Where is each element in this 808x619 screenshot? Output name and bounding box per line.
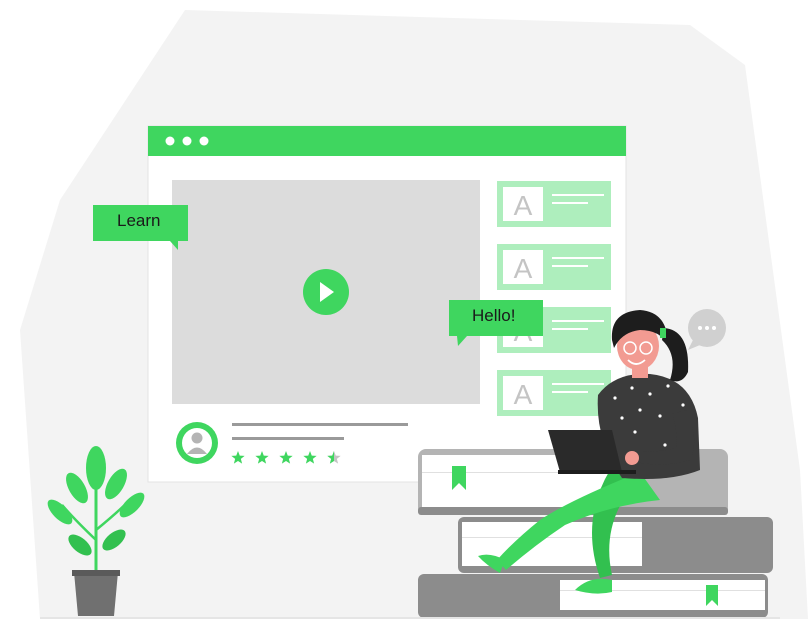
thumbnail-letter: A xyxy=(514,379,533,410)
thumbnail-line xyxy=(552,265,588,267)
window-dot xyxy=(182,136,192,146)
leaf xyxy=(86,446,106,490)
thumbnail-item[interactable]: A xyxy=(497,181,611,227)
learn-bubble-label: Learn xyxy=(117,211,161,230)
user-name-line xyxy=(232,423,408,426)
play-button[interactable] xyxy=(303,269,349,315)
laptop[interactable] xyxy=(548,430,622,472)
avatar-head xyxy=(191,432,203,444)
thumbnail-line xyxy=(552,202,588,204)
learning-illustration: AAAA xyxy=(20,10,808,619)
thumbnail-line xyxy=(552,383,604,385)
book-middle-pages-line xyxy=(462,537,642,538)
user-meta-line xyxy=(232,437,344,440)
browser-window: AAAA xyxy=(147,125,627,483)
window-dots xyxy=(165,136,209,146)
thumbnail-line xyxy=(552,328,588,330)
chat-dot xyxy=(705,326,709,330)
thumbnail-line xyxy=(552,194,604,196)
window-dot xyxy=(165,136,175,146)
thumbnail-line xyxy=(552,391,588,393)
window-title-bar xyxy=(148,126,626,156)
thumbnail-line xyxy=(552,320,604,322)
chat-dot xyxy=(698,326,702,330)
thumbnail-item[interactable]: A xyxy=(497,370,611,416)
illustration-stage: AAAA xyxy=(0,0,808,619)
plant-pot-rim xyxy=(72,570,120,576)
thumbnail-letter: A xyxy=(514,190,533,221)
hello-bubble-label: Hello! xyxy=(472,306,516,325)
thumbnail-item[interactable]: A xyxy=(497,244,611,290)
user-avatar-icon xyxy=(176,422,218,464)
thumbnail-line xyxy=(552,257,604,259)
laptop-base xyxy=(558,470,636,474)
window-dot xyxy=(199,136,209,146)
plant-pot xyxy=(74,572,118,616)
thumbnail-letter: A xyxy=(514,253,533,284)
hand xyxy=(625,451,639,465)
hair-tie xyxy=(660,328,666,338)
chat-dot xyxy=(712,326,716,330)
